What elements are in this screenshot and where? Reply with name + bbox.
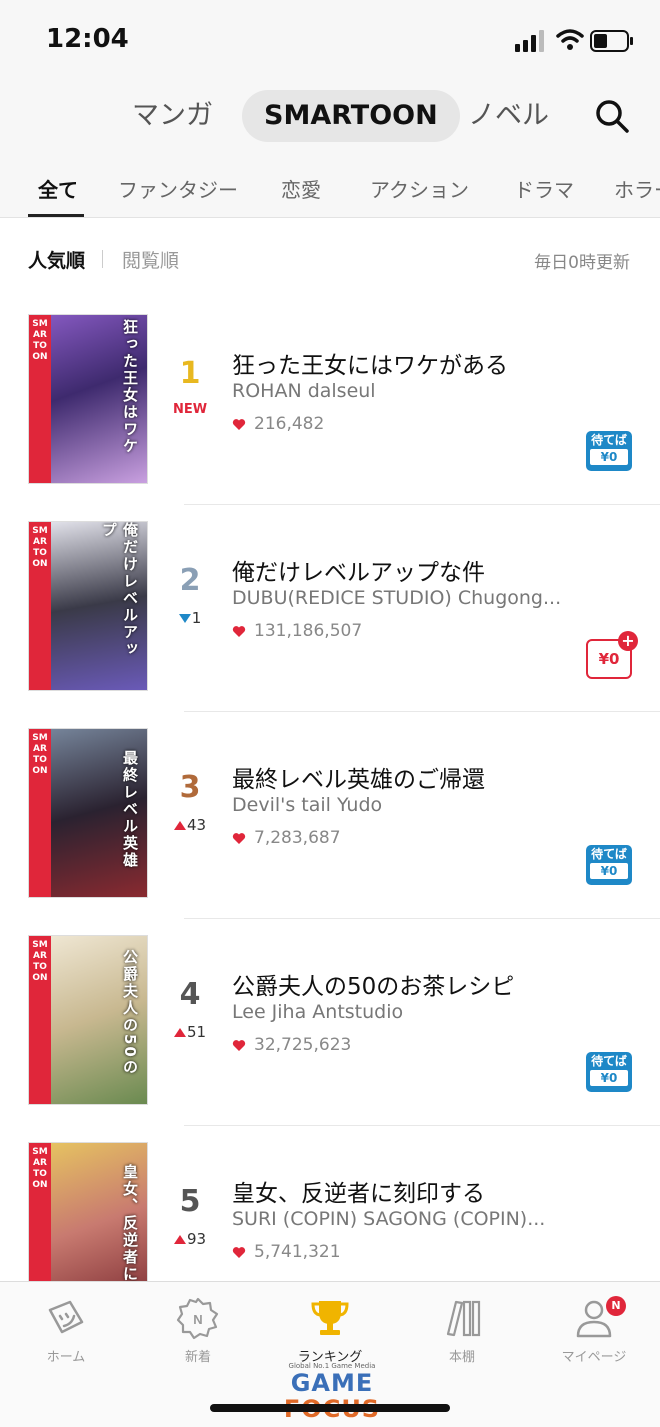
- sort-popular[interactable]: 人気順: [28, 246, 85, 273]
- tab-manga[interactable]: マンガ: [132, 90, 213, 142]
- genre-all[interactable]: 全て: [38, 174, 78, 203]
- cover-title: 最終レベル英雄: [121, 750, 139, 869]
- genre-fantasy[interactable]: ファンタジー: [118, 174, 238, 203]
- nav-bookshelf[interactable]: 本棚: [396, 1296, 528, 1365]
- ranking-item-4[interactable]: SMARTOON 公爵夫人の50の 4 51 公爵夫人の50のお茶レシピ Lee…: [0, 919, 660, 1126]
- wait-free-badge: 待てば ¥0: [586, 1052, 632, 1092]
- nav-home[interactable]: ホーム: [0, 1296, 132, 1365]
- home-indicator: [210, 1404, 450, 1412]
- heart-icon: [232, 625, 246, 637]
- tab-smartoon[interactable]: SMARTOON: [242, 90, 460, 142]
- nav-new[interactable]: N 新着: [132, 1296, 264, 1365]
- wifi-icon: [556, 29, 584, 50]
- sort-row: 人気順 閲覧順 毎日0時更新: [0, 218, 660, 296]
- wait-free-badge: 待てば ¥0: [586, 431, 632, 471]
- sort-divider: [102, 250, 103, 268]
- rank-up-icon: [173, 1028, 186, 1037]
- heart-icon: [232, 1246, 246, 1258]
- cover-image: SMARTOON 最終レベル英雄: [28, 728, 148, 898]
- nav-mypage[interactable]: N マイページ: [528, 1296, 660, 1365]
- active-tab-indicator: [28, 214, 84, 217]
- genre-drama[interactable]: ドラマ: [514, 174, 574, 203]
- cover-title: 皇女、反逆者に: [121, 1164, 139, 1283]
- smartoon-tag: SMARTOON: [29, 315, 51, 483]
- item-author: DUBU(REDICE STUDIO) Chugong...: [232, 587, 562, 609]
- item-title: 最終レベル英雄のご帰還: [232, 767, 485, 793]
- cover-image: SMARTOON 狂った王女はワケ: [28, 314, 148, 484]
- battery-icon: [590, 30, 633, 52]
- rank-down-icon: [178, 614, 191, 623]
- like-count: 131,186,507: [232, 621, 362, 641]
- wait-free-badge: 待てば ¥0: [586, 845, 632, 885]
- smartoon-tag: SMARTOON: [29, 522, 51, 690]
- like-count: 32,725,623: [232, 1035, 351, 1055]
- top-tabs: マンガ SMARTOON ノベル: [0, 80, 660, 156]
- cover-title: 狂った王女はワケ: [121, 319, 139, 455]
- search-icon[interactable]: [594, 98, 630, 134]
- rank-change: 93: [168, 1230, 212, 1248]
- nav-label: マイページ: [561, 1350, 627, 1365]
- ranking-item-3[interactable]: SMARTOON 最終レベル英雄 3 43 最終レベル英雄のご帰還 Devil'…: [0, 712, 660, 919]
- smartoon-tag: SMARTOON: [29, 729, 51, 897]
- like-count: 5,741,321: [232, 1242, 341, 1262]
- rank-change-new: NEW: [172, 402, 208, 417]
- genre-action[interactable]: アクション: [370, 174, 469, 203]
- smartoon-tag: SMARTOON: [29, 936, 51, 1104]
- status-time: 12:04: [46, 24, 129, 54]
- item-author: SURI (COPIN) SAGONG (COPIN)...: [232, 1208, 546, 1230]
- genre-romance[interactable]: 恋愛: [281, 174, 321, 203]
- notification-badge: N: [606, 1296, 626, 1316]
- rank-up-icon: [173, 821, 186, 830]
- item-title: 公爵夫人の50のお茶レシピ: [232, 974, 515, 1000]
- item-author: Devil's tail Yudo: [232, 794, 383, 816]
- nav-label: 本棚: [448, 1350, 475, 1365]
- nav-label: ホーム: [46, 1350, 86, 1365]
- ranking-item-1[interactable]: SMARTOON 狂った王女はワケ 1 NEW 狂った王女にはワケがある ROH…: [0, 298, 660, 505]
- plus-icon: +: [618, 631, 638, 651]
- rank-up-icon: [173, 1235, 186, 1244]
- rank-number: 2: [179, 563, 201, 598]
- home-icon: [48, 1300, 84, 1334]
- like-count: 7,283,687: [232, 828, 341, 848]
- rank-number: 3: [179, 770, 201, 805]
- rank-number: 1: [179, 356, 201, 391]
- heart-icon: [232, 418, 246, 430]
- rank-number: 4: [179, 977, 201, 1012]
- item-title: 俺だけレベルアップな件: [232, 560, 485, 586]
- heart-icon: [232, 832, 246, 844]
- item-title: 皇女、反逆者に刻印する: [232, 1181, 485, 1207]
- nav-label: 新着: [184, 1350, 211, 1365]
- item-author: Lee Jiha Antstudio: [232, 1001, 404, 1023]
- status-bar: 12:04: [0, 0, 660, 80]
- new-icon: N: [176, 1297, 219, 1340]
- rank-change: 51: [168, 1023, 212, 1041]
- item-author: ROHAN dalseul: [232, 380, 376, 402]
- like-count: 216,482: [232, 414, 324, 434]
- cover-title: 公爵夫人の50の: [121, 949, 139, 1076]
- cover-image: SMARTOON 俺だけレベルアップ: [28, 521, 148, 691]
- bookshelf-icon: [446, 1300, 481, 1337]
- rank-change: 1: [168, 609, 212, 627]
- watermark-logo: Global No.1 Game Media GAME FOCUS: [284, 1362, 379, 1422]
- heart-icon: [232, 1039, 246, 1051]
- nav-ranking[interactable]: ランキング: [264, 1296, 396, 1365]
- tab-novel[interactable]: ノベル: [468, 90, 549, 142]
- cover-image: SMARTOON 公爵夫人の50の: [28, 935, 148, 1105]
- cover-title: 俺だけレベルアップ: [100, 522, 139, 658]
- free-badge: ¥0 +: [586, 631, 638, 679]
- sort-views[interactable]: 閲覧順: [122, 246, 179, 273]
- ranking-item-2[interactable]: SMARTOON 俺だけレベルアップ 2 1 俺だけレベルアップな件 DUBU(…: [0, 505, 660, 712]
- genre-tabs: 全て ファンタジー 恋愛 アクション ドラマ ホラー: [0, 156, 660, 218]
- update-note: 毎日0時更新: [534, 253, 630, 273]
- trophy-icon: [311, 1301, 349, 1335]
- rank-change: 43: [168, 816, 212, 834]
- genre-horror[interactable]: ホラー: [614, 174, 660, 203]
- item-title: 狂った王女にはワケがある: [232, 353, 508, 379]
- rank-number: 5: [179, 1184, 201, 1219]
- svg-text:N: N: [193, 1312, 202, 1327]
- cellular-signal-icon: [515, 30, 544, 52]
